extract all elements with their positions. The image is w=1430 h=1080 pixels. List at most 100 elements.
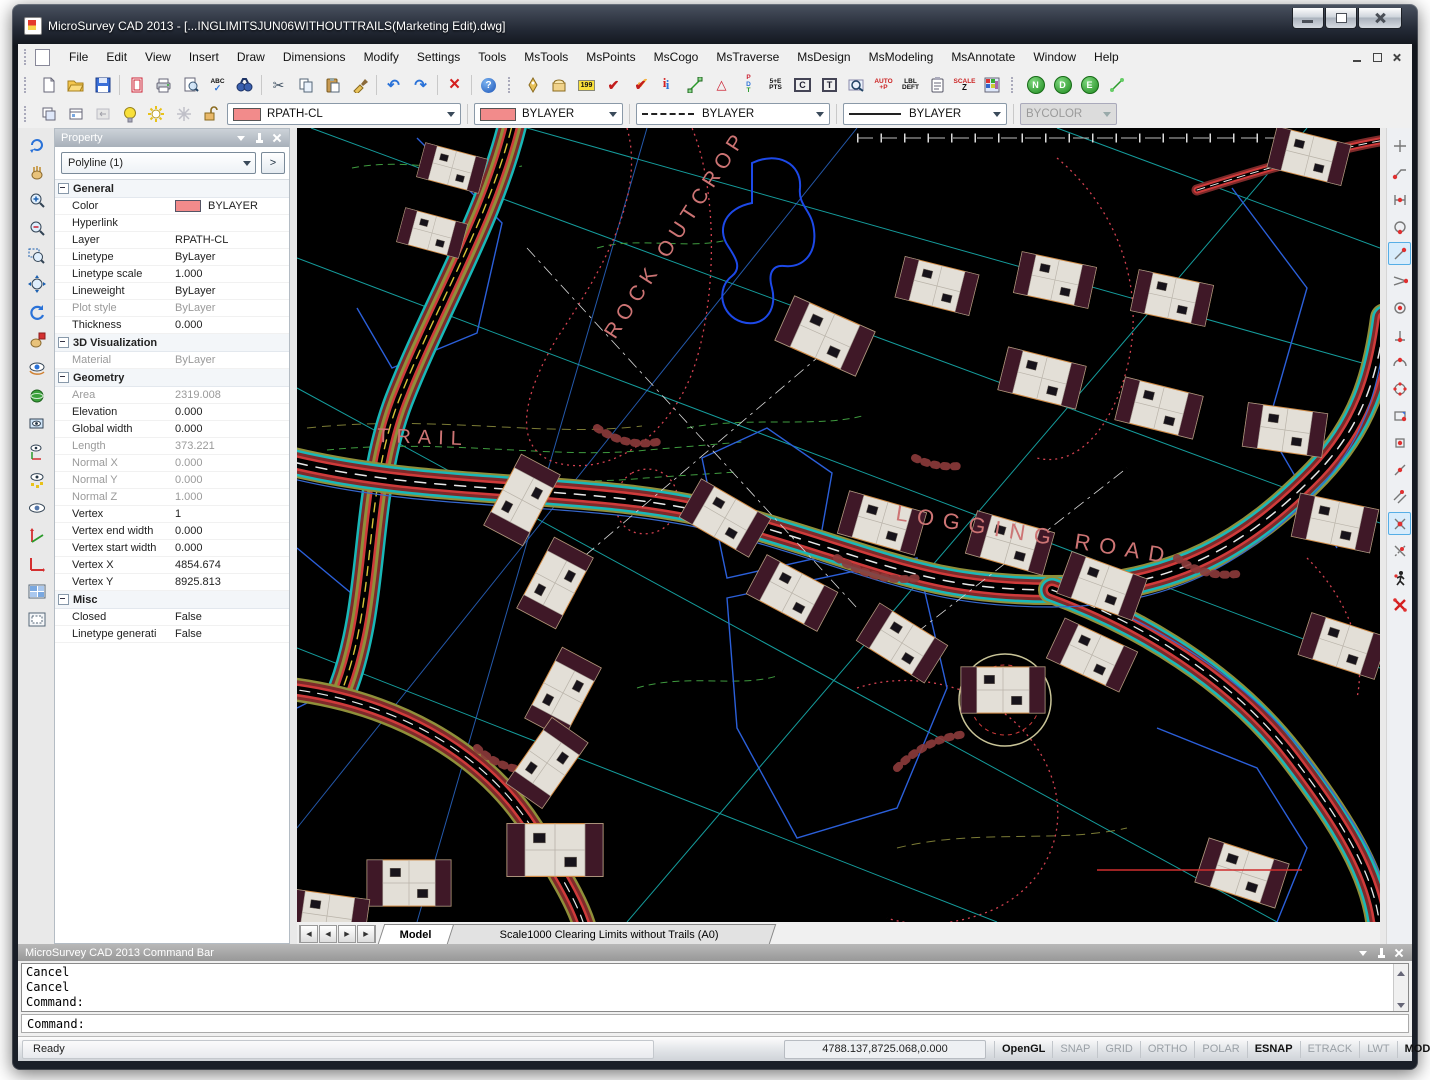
field-book-button[interactable]: [546, 72, 573, 98]
collapse-icon[interactable]: [58, 372, 69, 383]
snap-center-button[interactable]: [1388, 296, 1411, 319]
snap-apparent-mid-button[interactable]: [1388, 269, 1411, 292]
command-history[interactable]: Cancel Cancel Command:: [21, 963, 1409, 1012]
toggle-grid[interactable]: GRID: [1097, 1041, 1140, 1058]
snap-point-on-circle-button[interactable]: [1388, 215, 1411, 238]
zoom-window-button[interactable]: [23, 242, 51, 270]
pin-icon[interactable]: [1375, 947, 1387, 959]
snap-tangent-button[interactable]: [1388, 350, 1411, 373]
lineweight-select[interactable]: BYLAYER: [843, 103, 1007, 125]
layer-explore-button[interactable]: [62, 101, 89, 127]
menu-mstraverse[interactable]: MsTraverse: [707, 47, 788, 67]
title-bar[interactable]: MicroSurvey CAD 2013 - [...INGLIMITSJUN0…: [24, 11, 1406, 41]
layer-thaw-button[interactable]: [143, 101, 170, 127]
toolbar-grip[interactable]: [508, 77, 514, 93]
snap-node-button[interactable]: [1388, 431, 1411, 454]
zoom-previous-button[interactable]: [23, 298, 51, 326]
color-select[interactable]: BYLAYER: [474, 103, 623, 125]
restore-button[interactable]: [1325, 8, 1357, 29]
tab-layout-scale1000[interactable]: Scale1000 Clearing Limits without Trails…: [442, 924, 776, 944]
toolbar-grip[interactable]: [24, 49, 30, 65]
toggle-etrack[interactable]: ETRACK: [1300, 1041, 1360, 1058]
mdi-close-button[interactable]: [1389, 50, 1406, 65]
plumb-bob-button[interactable]: [519, 72, 546, 98]
view-points-button[interactable]: [23, 466, 51, 494]
command-history-scrollbar[interactable]: [1393, 964, 1408, 1011]
layer-freeze-button[interactable]: [170, 101, 197, 127]
toggle-polar[interactable]: POLAR: [1194, 1041, 1246, 1058]
toggle-ortho[interactable]: ORTHO: [1140, 1041, 1195, 1058]
toggle-model[interactable]: MODEL: [1397, 1041, 1430, 1058]
paste-button[interactable]: [319, 72, 346, 98]
coordinate-toggle-button[interactable]: C: [789, 72, 816, 98]
menu-file[interactable]: File: [60, 47, 97, 67]
mdi-restore-button[interactable]: [1369, 50, 1386, 65]
plot-style-select[interactable]: BYCOLOR: [1020, 103, 1117, 125]
northing-button[interactable]: N: [1022, 72, 1049, 98]
snap-quadrant-button[interactable]: [1388, 377, 1411, 400]
chevron-down-icon[interactable]: [812, 106, 827, 122]
layer-select[interactable]: RPATH-CL: [227, 103, 461, 125]
match-properties-button[interactable]: [346, 72, 373, 98]
erase-button[interactable]: ×: [441, 72, 468, 98]
menu-tools[interactable]: Tools: [469, 47, 515, 67]
section-3d-visualization[interactable]: 3D Visualization: [55, 334, 289, 352]
chevron-down-icon[interactable]: [989, 106, 1004, 122]
store-points-button[interactable]: 5+EPTS: [762, 72, 789, 98]
named-views-button[interactable]: [23, 410, 51, 438]
first-tab-button[interactable]: ◀: [299, 925, 318, 943]
toolbar-grip[interactable]: [1011, 77, 1017, 93]
panel-menu-icon[interactable]: [1357, 947, 1369, 959]
scroll-up-icon[interactable]: [1396, 965, 1406, 975]
command-bar-header[interactable]: MicroSurvey CAD 2013 Command Bar: [18, 944, 1412, 961]
menu-window[interactable]: Window: [1024, 47, 1085, 67]
panel-close-icon[interactable]: [1393, 947, 1405, 959]
named-view-button[interactable]: [23, 606, 51, 634]
snap-intersection-button[interactable]: [1388, 512, 1411, 535]
spell-check-button[interactable]: ABC✓: [204, 72, 231, 98]
cursor-pick-button[interactable]: [1388, 134, 1411, 157]
collapse-icon[interactable]: [58, 183, 69, 194]
zoom-out-button[interactable]: [23, 214, 51, 242]
section-misc[interactable]: Misc: [55, 591, 289, 609]
cogo-line-button[interactable]: [1103, 72, 1130, 98]
panel-menu-icon[interactable]: [235, 132, 247, 144]
property-panel-header[interactable]: Property: [55, 129, 289, 147]
menu-settings[interactable]: Settings: [408, 47, 469, 67]
menu-draw[interactable]: Draw: [228, 47, 274, 67]
print-button[interactable]: [150, 72, 177, 98]
menu-edit[interactable]: Edit: [97, 47, 136, 67]
help-button[interactable]: ?: [475, 72, 502, 98]
layers-dialog-button[interactable]: [35, 101, 62, 127]
label-defaults-button[interactable]: LBLDEFT: [897, 72, 924, 98]
snap-insertion-button[interactable]: [1388, 404, 1411, 427]
regen-button[interactable]: [23, 130, 51, 158]
toggle-snap[interactable]: SNAP: [1052, 1041, 1097, 1058]
view-ucs-button[interactable]: [23, 438, 51, 466]
view-eye-button[interactable]: [23, 494, 51, 522]
snap-nearest-button[interactable]: [1388, 242, 1411, 265]
print-preview-button[interactable]: [177, 72, 204, 98]
menu-insert[interactable]: Insert: [180, 47, 228, 67]
delta-button[interactable]: D: [1049, 72, 1076, 98]
menu-help[interactable]: Help: [1085, 47, 1128, 67]
scale-z-button[interactable]: SCALEZ: [951, 72, 978, 98]
text-toggle-button[interactable]: T: [816, 72, 843, 98]
layer-previous-button[interactable]: [89, 101, 116, 127]
snap-on-line-button[interactable]: [1388, 458, 1411, 481]
selection-select[interactable]: Polyline (1): [61, 152, 256, 174]
chevron-down-icon[interactable]: [443, 106, 458, 122]
snap-parallel-button[interactable]: [1388, 485, 1411, 508]
menu-modify[interactable]: Modify: [355, 47, 408, 67]
point-info-button[interactable]: i: [654, 72, 681, 98]
mdi-minimize-button[interactable]: [1349, 50, 1366, 65]
prev-tab-button[interactable]: ◀: [319, 925, 337, 943]
line-by-points-button[interactable]: [681, 72, 708, 98]
drawing-viewport[interactable]: ROCK OUTCROP LOGGING ROAD TRAIL: [297, 128, 1380, 922]
linetype-select[interactable]: BYLAYER: [636, 103, 830, 125]
axis-rotate-button[interactable]: [23, 522, 51, 550]
collapse-icon[interactable]: [58, 337, 69, 348]
menu-mscogo[interactable]: MsCogo: [645, 47, 708, 67]
last-tab-button[interactable]: ▶: [357, 925, 376, 943]
easting-button[interactable]: E: [1076, 72, 1103, 98]
